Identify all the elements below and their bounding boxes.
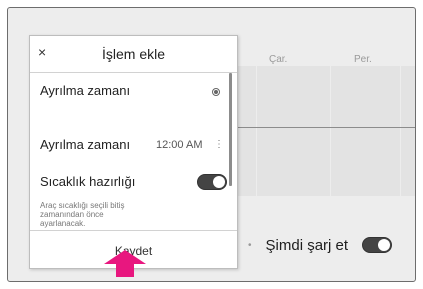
day-header-thursday: Per. [354,54,372,65]
calendar-grid[interactable] [230,66,415,196]
climate-prep-toggle[interactable] [197,174,227,190]
grid-divider [330,66,331,196]
day-header-wednesday: Çar. [269,54,288,65]
more-vertical-icon[interactable]: ⋮ [214,139,224,150]
up-arrow-annotation [104,250,146,277]
departure-time-option[interactable]: Ayrılma zamanı [40,74,226,124]
grid-divider [400,66,401,196]
charge-now-label: Şimdi şarj et [265,236,349,254]
radio-selected-icon[interactable] [212,88,220,96]
departure-time-setting-label: Ayrılma zamanı [40,137,131,152]
arrow-shape [104,250,146,277]
current-time-line [226,127,415,128]
departure-time-value[interactable]: 12:00 AM [156,139,202,151]
departure-time-label: Ayrılma zamanı [40,83,131,98]
climate-prep-label: Sıcaklık hazırlığı [40,174,136,189]
dialog-header: × İşlem ekle [30,36,237,73]
toggle-knob [213,176,225,188]
climate-prep-description: Araç sıcaklığı seçili bitiş zamanından ö… [40,201,125,228]
separator-dot: • [248,239,252,251]
toggle-knob [378,239,391,251]
add-action-dialog: × İşlem ekle Ayrılma zamanı Ayrılma zama… [29,35,238,269]
screen: Çar. Per. • Şimdi şarj et × İşlem ekle A… [7,7,416,282]
charge-now-row: • Şimdi şarj et [248,234,393,256]
dialog-title: İşlem ekle [101,46,166,62]
charge-now-toggle[interactable] [362,237,393,253]
grid-divider [256,66,257,196]
dialog-scrollbar[interactable] [229,73,232,186]
